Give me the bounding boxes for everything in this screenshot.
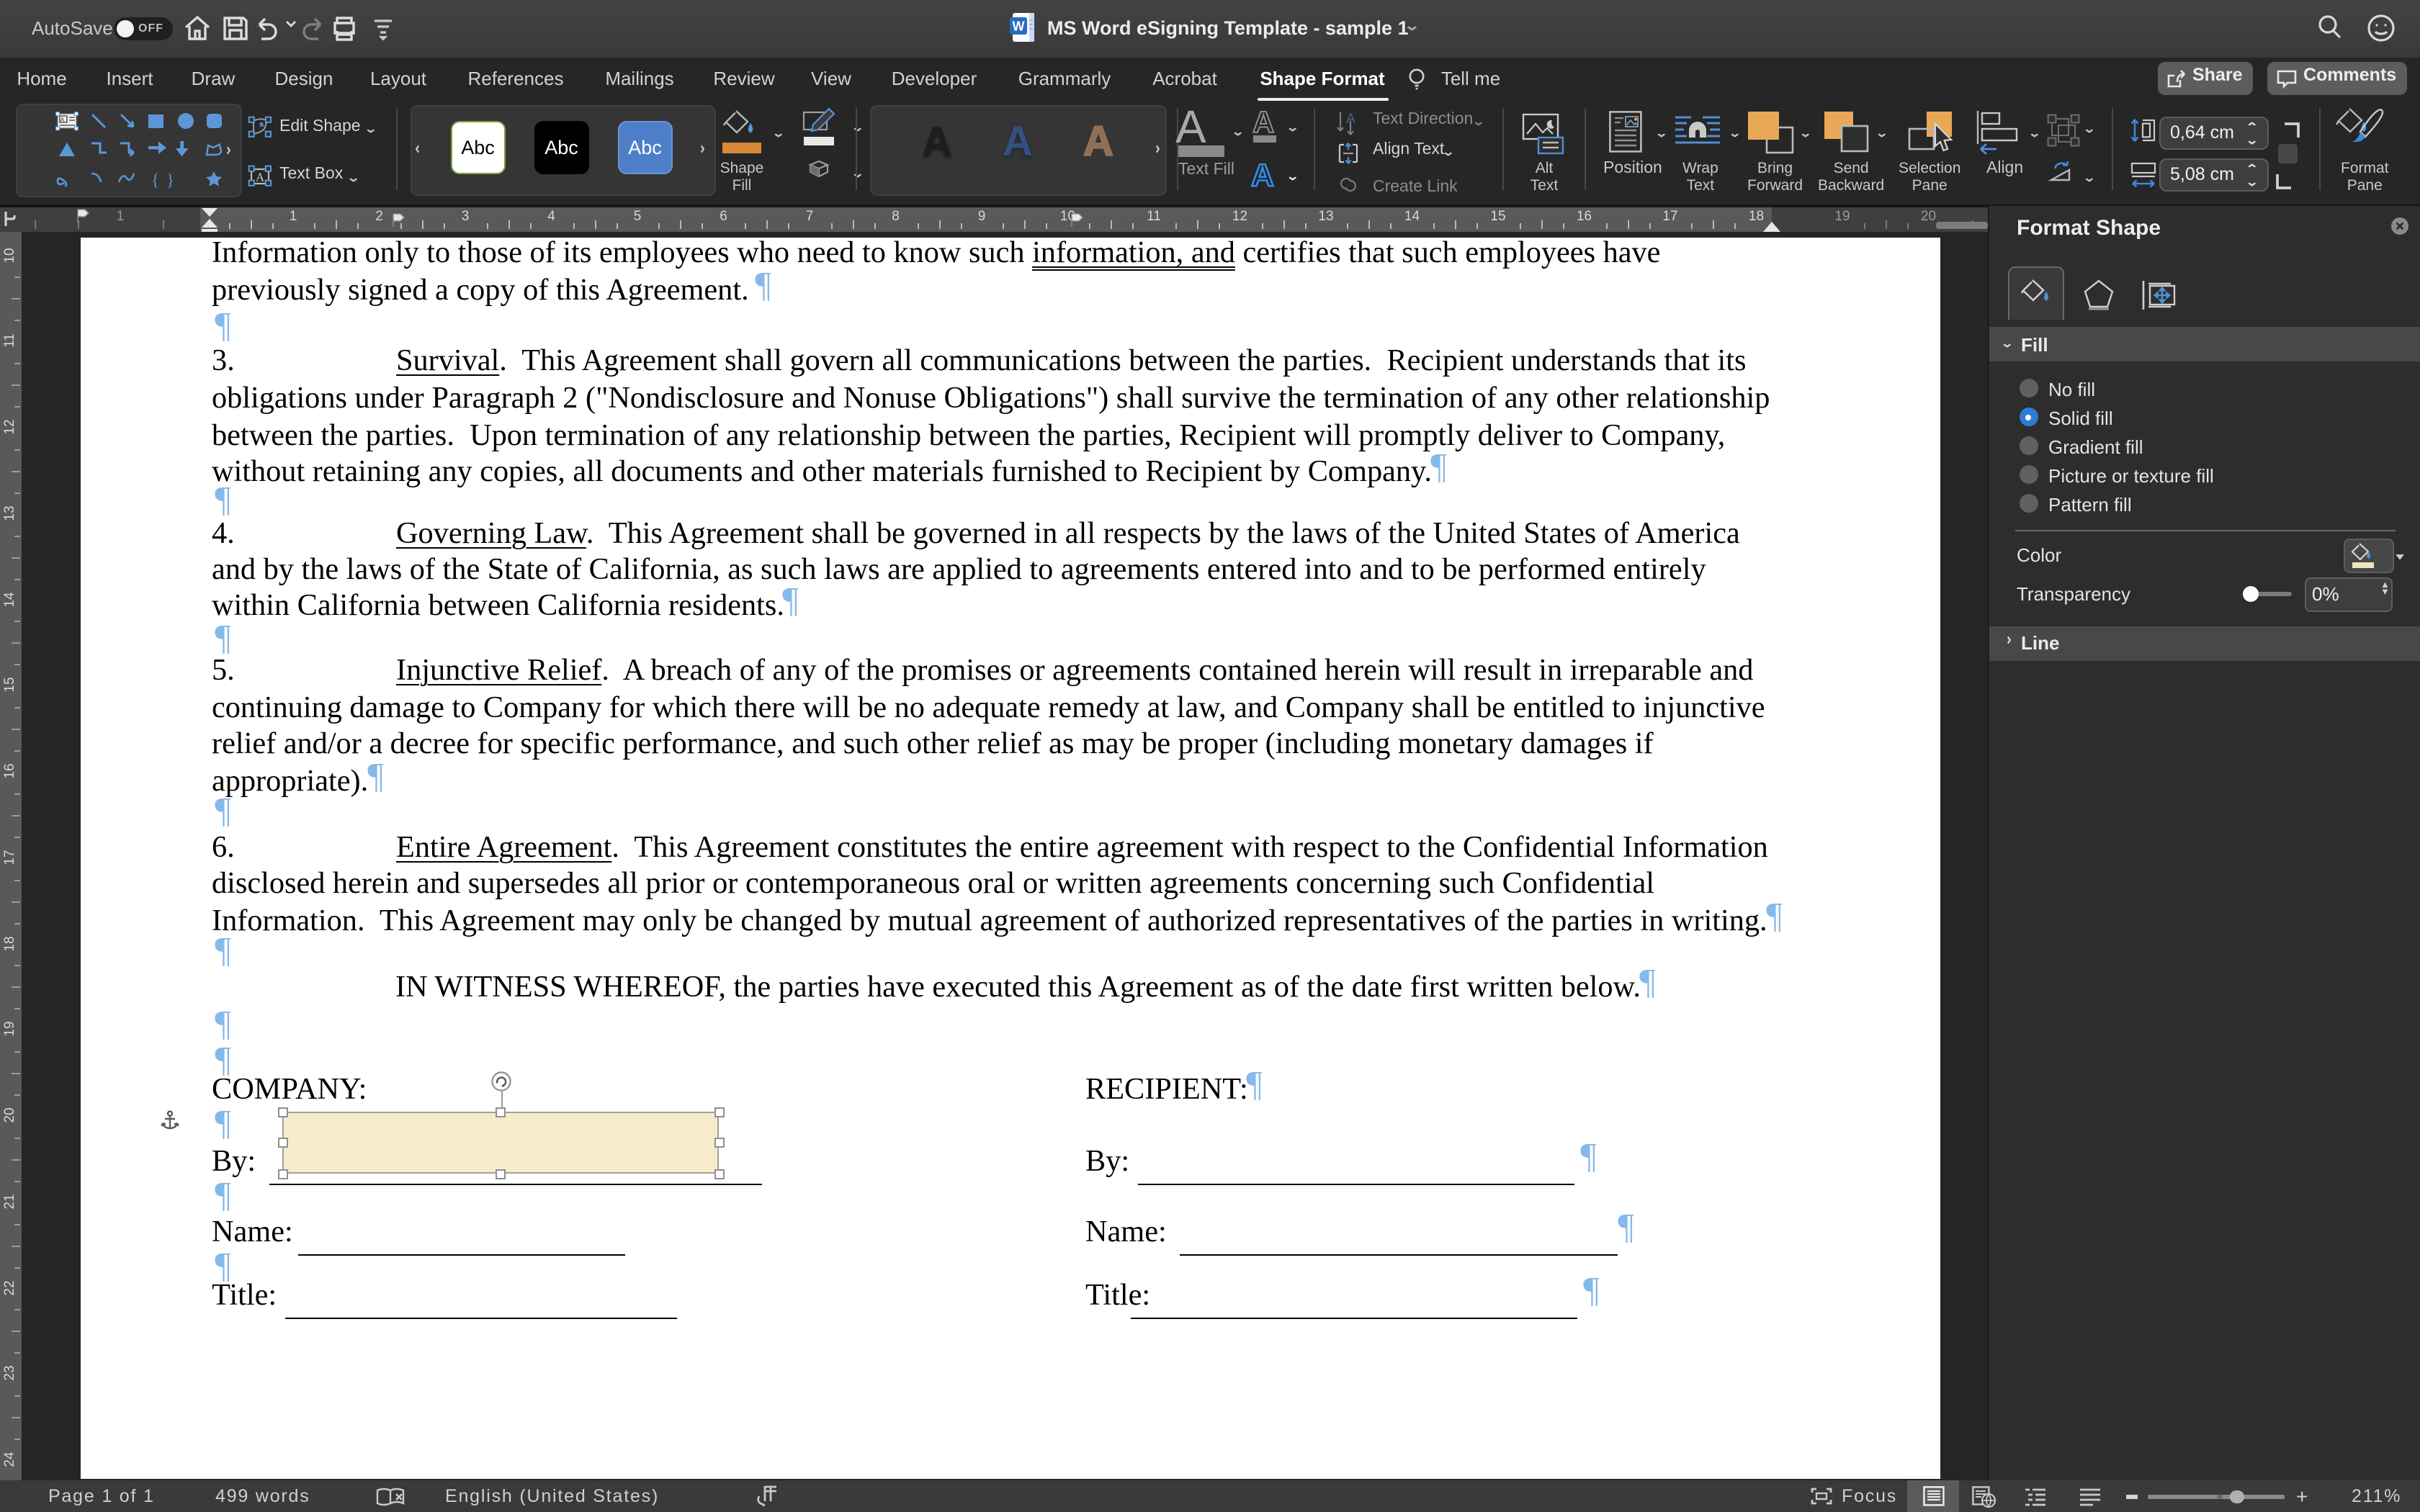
svg-text:A: A: [1346, 112, 1355, 127]
svg-text:A: A: [60, 117, 65, 123]
svg-text:W: W: [1013, 19, 1025, 34]
svg-text:}: }: [166, 171, 174, 189]
svg-text:A: A: [256, 171, 265, 184]
svg-text:{: {: [151, 171, 159, 189]
